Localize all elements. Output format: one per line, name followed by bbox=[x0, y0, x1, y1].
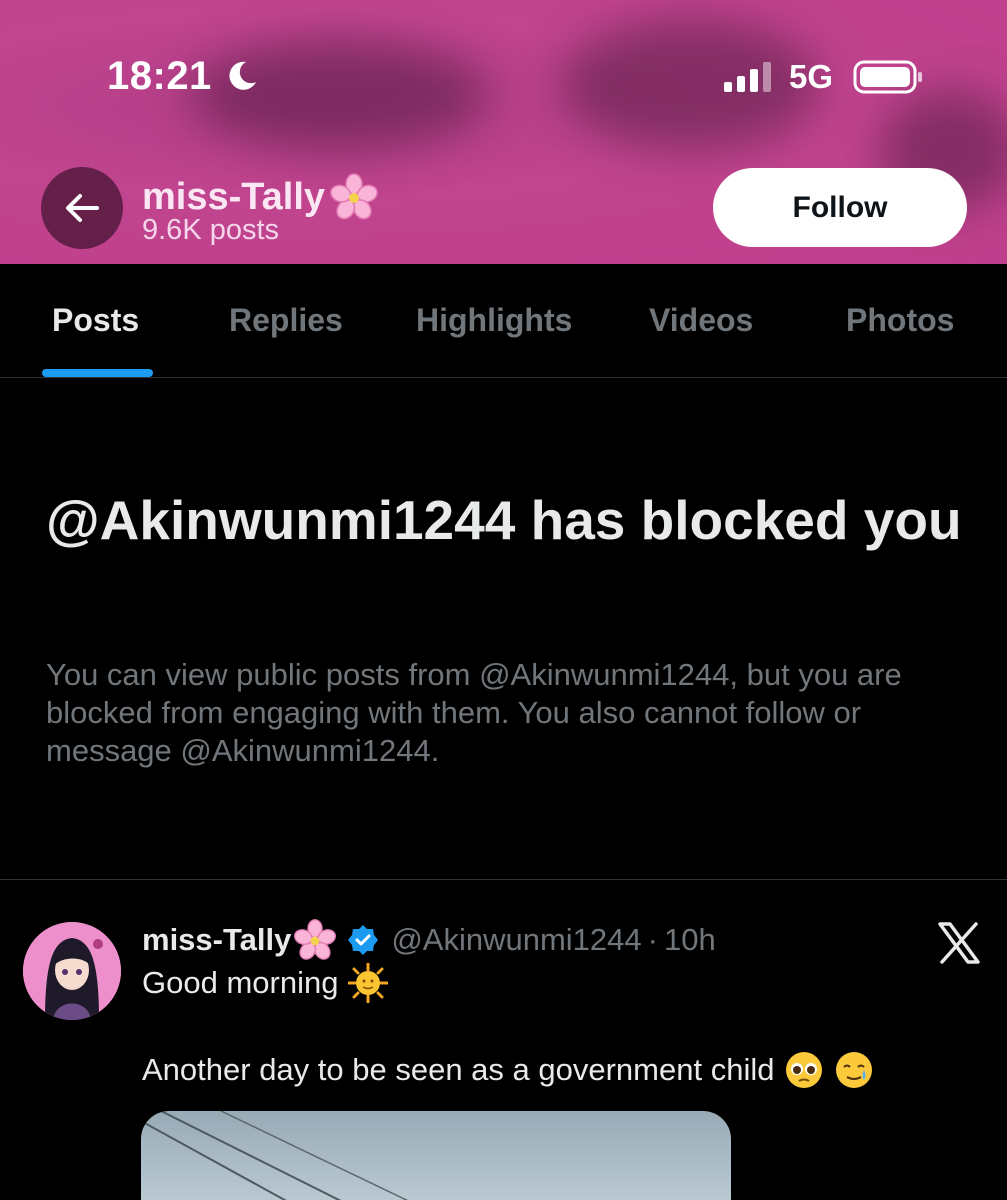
signal-icon bbox=[724, 62, 771, 92]
pleading-face-icon bbox=[786, 1052, 823, 1088]
cherry-blossom-icon bbox=[294, 919, 337, 960]
arrow-left-icon bbox=[66, 194, 99, 222]
post-text-line1: Good morning bbox=[142, 963, 389, 1003]
post-separator: · bbox=[647, 922, 658, 957]
network-type: 5G bbox=[789, 58, 834, 95]
divider bbox=[0, 879, 1007, 880]
post-author-name[interactable]: miss-Tally bbox=[142, 922, 291, 958]
media-wires bbox=[141, 1111, 409, 1200]
posts-count: 9.6K posts bbox=[142, 214, 280, 246]
tab-highlights[interactable]: Highlights bbox=[416, 302, 572, 339]
tab-posts[interactable]: Posts bbox=[52, 302, 139, 339]
battery-icon bbox=[853, 60, 922, 94]
profile-tabs: Posts Replies Highlights Videos Photos bbox=[0, 264, 1007, 378]
post-header: miss-Tally @Akinwunmi1244 · 10h bbox=[142, 918, 716, 962]
tab-photos[interactable]: Photos bbox=[846, 302, 954, 339]
sun-with-face-icon bbox=[348, 963, 389, 1003]
post-handle[interactable]: @Akinwunmi1244 bbox=[391, 922, 641, 958]
post-text: Another day to be seen as a government c… bbox=[142, 1052, 775, 1087]
post-timestamp[interactable]: 10h bbox=[664, 922, 716, 958]
moon-icon bbox=[229, 61, 256, 90]
follow-button[interactable]: Follow bbox=[713, 168, 967, 247]
profile-banner: 18:21 5G miss-Tally 9.6K posts Follow bbox=[0, 0, 1007, 264]
smiling-face-with-tear-icon bbox=[836, 1052, 873, 1088]
back-button[interactable] bbox=[41, 167, 123, 249]
post-media-image[interactable] bbox=[141, 1111, 731, 1200]
x-logo-icon bbox=[938, 922, 980, 964]
avatar-illustration bbox=[23, 922, 121, 1020]
profile-name-text: miss-Tally bbox=[142, 175, 326, 218]
post-text: Good morning bbox=[142, 965, 339, 1000]
status-time: 18:21 bbox=[107, 54, 212, 98]
avatar[interactable] bbox=[23, 922, 121, 1020]
status-bar: 18:21 5G bbox=[0, 50, 1007, 110]
post-text-line2: Another day to be seen as a government c… bbox=[142, 1050, 874, 1090]
tab-replies[interactable]: Replies bbox=[229, 302, 343, 339]
active-tab-indicator bbox=[42, 369, 153, 377]
blocked-title: @Akinwunmi1244 has blocked you bbox=[46, 489, 962, 551]
cherry-blossom-icon bbox=[330, 173, 378, 220]
tab-videos[interactable]: Videos bbox=[649, 302, 753, 339]
verified-badge-icon bbox=[348, 925, 379, 955]
blocked-description: You can view public posts from @Akinwunm… bbox=[46, 657, 902, 768]
